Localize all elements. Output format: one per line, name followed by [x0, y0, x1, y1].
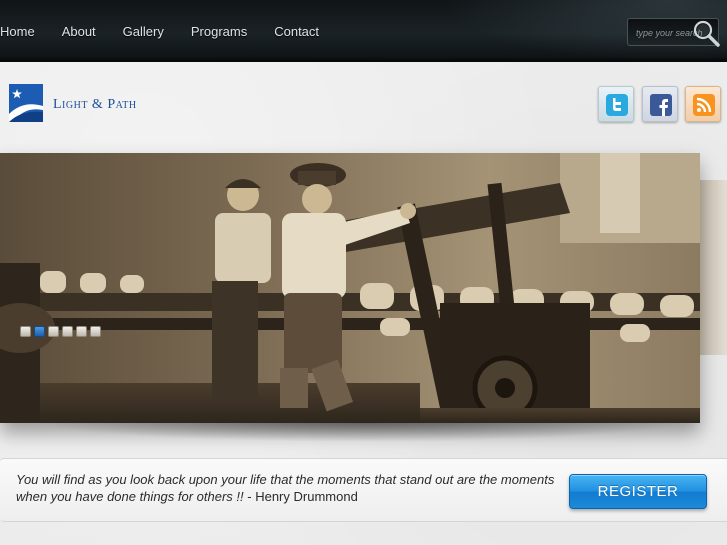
- facebook-button[interactable]: [642, 86, 678, 122]
- twitter-icon: [606, 94, 628, 116]
- slider-shadow: [30, 420, 690, 442]
- site-logo[interactable]: Light & Path: [9, 84, 137, 122]
- quote-author: - Henry Drummond: [243, 489, 358, 504]
- slider-dot-3[interactable]: [48, 326, 59, 337]
- nav-gallery[interactable]: Gallery: [123, 24, 164, 39]
- main-menu: Home About Gallery Programs Contact: [0, 24, 346, 39]
- register-button[interactable]: REGISTER: [569, 474, 707, 509]
- slide-photo-mill-workers: [0, 153, 700, 423]
- rss-button[interactable]: [685, 86, 721, 122]
- facebook-icon: [650, 94, 672, 116]
- nav-programs[interactable]: Programs: [191, 24, 247, 39]
- slider-dot-5[interactable]: [76, 326, 87, 337]
- slider-dot-6[interactable]: [90, 326, 101, 337]
- quote-text: You will find as you look back upon your…: [16, 471, 566, 505]
- search-icon[interactable]: [690, 18, 722, 50]
- slider-dot-4[interactable]: [62, 326, 73, 337]
- logo-mark-icon: [9, 84, 43, 122]
- slider-pagination: [20, 326, 104, 337]
- slider-dot-2[interactable]: [34, 326, 45, 337]
- nav-about[interactable]: About: [62, 24, 96, 39]
- top-navbar: Home About Gallery Programs Contact: [0, 0, 727, 62]
- image-slider[interactable]: [0, 153, 700, 423]
- logo-text: Light & Path: [53, 97, 137, 112]
- next-slide-peek: [700, 180, 727, 355]
- nav-home[interactable]: Home: [0, 24, 35, 39]
- nav-contact[interactable]: Contact: [274, 24, 319, 39]
- rss-icon: [693, 94, 715, 116]
- slider-dot-1[interactable]: [20, 326, 31, 337]
- twitter-button[interactable]: [598, 86, 634, 122]
